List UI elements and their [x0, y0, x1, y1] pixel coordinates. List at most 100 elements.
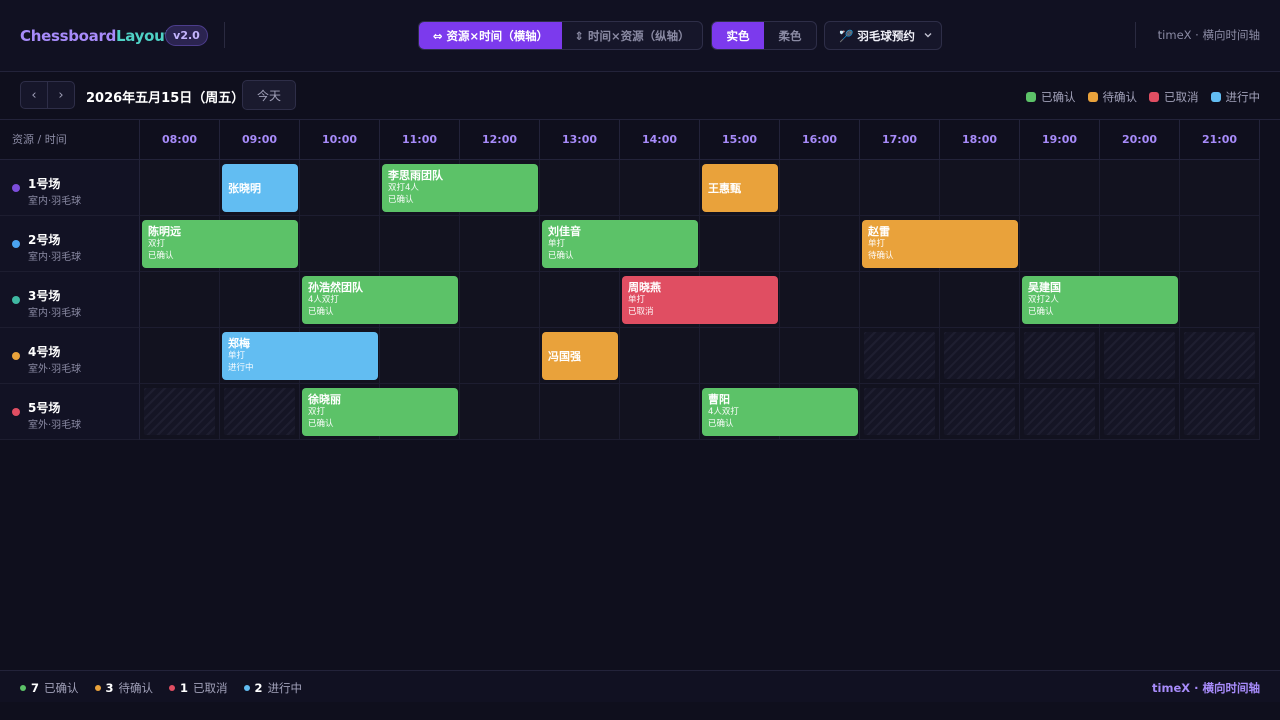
time-slot[interactable] — [780, 328, 860, 384]
time-slot[interactable] — [700, 216, 780, 272]
time-slot[interactable] — [460, 328, 540, 384]
today-button[interactable]: 今天 — [242, 80, 296, 110]
time-slot[interactable] — [860, 160, 940, 216]
time-slot[interactable] — [140, 272, 220, 328]
stat-dot — [169, 685, 176, 691]
time-slot[interactable] — [380, 328, 460, 384]
next-day-button[interactable]: › — [47, 81, 75, 109]
time-slot[interactable] — [380, 216, 460, 272]
booking-block[interactable]: 刘佳音 单打 已确认 — [542, 220, 698, 268]
blocked-slot — [140, 384, 220, 440]
orientation-vertical-button[interactable]: ⇕ 时间×资源（纵轴） — [562, 22, 702, 49]
resource-color-dot — [12, 352, 20, 360]
resource-subtitle: 室外·羽毛球 — [28, 420, 82, 431]
booking-block[interactable]: 李思雨团队 双打4人 已确认 — [382, 164, 538, 212]
resource-name: 5号场 — [28, 401, 61, 415]
soft-color-button[interactable]: 柔色 — [764, 22, 816, 49]
booking-block[interactable]: 徐晓丽 双打 已确认 — [302, 388, 458, 436]
time-slot[interactable] — [1180, 160, 1260, 216]
header-divider — [224, 22, 225, 48]
time-slot[interactable] — [140, 328, 220, 384]
resource-row-header[interactable]: 1号场 室内·羽毛球 — [0, 160, 140, 216]
legend-label: 已取消 — [1164, 90, 1199, 104]
time-header: 12:00 — [460, 120, 540, 160]
resource-row-header[interactable]: 2号场 室内·羽毛球 — [0, 216, 140, 272]
time-header: 10:00 — [300, 120, 380, 160]
booking-block[interactable]: 冯国强 — [542, 332, 618, 380]
time-slot[interactable] — [780, 216, 860, 272]
time-slot[interactable] — [540, 272, 620, 328]
time-slot[interactable] — [540, 384, 620, 440]
booking-block[interactable]: 吴建国 双打2人 已确认 — [1022, 276, 1178, 324]
blocked-slot — [1180, 328, 1260, 384]
time-header: 20:00 — [1100, 120, 1180, 160]
stat-count: 2 — [254, 681, 263, 695]
stat-count: 1 — [180, 681, 189, 695]
legend-swatch-cancelled — [1149, 92, 1159, 102]
time-slot[interactable] — [140, 160, 220, 216]
blocked-slot — [860, 328, 940, 384]
booking-block[interactable]: 王惠甄 — [702, 164, 778, 212]
booking-block[interactable]: 孙浩然团队 4人双打 已确认 — [302, 276, 458, 324]
time-slot[interactable] — [1180, 216, 1260, 272]
booking-name: 孙浩然团队 — [308, 281, 363, 294]
time-header: 11:00 — [380, 120, 460, 160]
time-slot[interactable] — [700, 328, 780, 384]
time-slot[interactable] — [940, 272, 1020, 328]
time-slot[interactable] — [1100, 160, 1180, 216]
footer-mode-label: timeX · 横向时间轴 — [1152, 681, 1260, 695]
brand-logo[interactable]: Chessboard Layout — [20, 24, 172, 48]
time-slot[interactable] — [780, 272, 860, 328]
resource-row-header[interactable]: 4号场 室外·羽毛球 — [0, 328, 140, 384]
time-slot[interactable] — [460, 272, 540, 328]
time-slot[interactable] — [300, 160, 380, 216]
solid-color-button[interactable]: 实色 — [712, 22, 764, 49]
time-slot[interactable] — [460, 216, 540, 272]
booking-block[interactable]: 郑梅 单打 进行中 — [222, 332, 378, 380]
time-slot[interactable] — [620, 328, 700, 384]
time-slot[interactable] — [300, 216, 380, 272]
time-slot[interactable] — [220, 272, 300, 328]
legend-item-cancelled: 已取消 — [1149, 89, 1199, 105]
resource-row-header[interactable]: 5号场室外·羽毛球 — [0, 384, 140, 440]
legend-item-pending: 待确认 — [1087, 89, 1137, 105]
time-slot[interactable] — [620, 384, 700, 440]
blocked-slot — [940, 328, 1020, 384]
time-slot[interactable] — [940, 160, 1020, 216]
resource-row-header[interactable]: 3号场 室内·羽毛球 — [0, 272, 140, 328]
booking-block[interactable]: 张晓明 — [222, 164, 298, 212]
orientation-horizontal-button[interactable]: ⇔ 资源×时间（横轴） — [419, 22, 562, 49]
booking-detail: 双打2人 — [1028, 295, 1059, 305]
time-slot[interactable] — [860, 272, 940, 328]
time-slot[interactable] — [1100, 216, 1180, 272]
time-slot[interactable] — [1020, 160, 1100, 216]
orientation-toggle: ⇔ 资源×时间（横轴） ⇕ 时间×资源（纵轴） — [418, 21, 703, 50]
scenario-select[interactable]: 🏸 羽毛球预约 — [824, 21, 942, 50]
time-header: 14:00 — [620, 120, 700, 160]
time-header: 13:00 — [540, 120, 620, 160]
booking-status: 进行中 — [228, 363, 254, 373]
time-header: 19:00 — [1020, 120, 1100, 160]
booking-block[interactable]: 周晓燕 单打 已取消 — [622, 276, 778, 324]
stat-confirmed: 7 已确认 — [20, 680, 79, 696]
prev-day-button[interactable]: ‹ — [20, 81, 48, 109]
booking-detail: 单打 — [228, 351, 246, 361]
time-slot[interactable] — [620, 160, 700, 216]
time-slot[interactable] — [1180, 272, 1260, 328]
time-slot[interactable] — [460, 384, 540, 440]
blocked-slot — [220, 384, 300, 440]
booking-name: 吴建国 — [1028, 281, 1061, 294]
time-slot[interactable] — [540, 160, 620, 216]
stat-pending: 3 待确认 — [94, 680, 154, 696]
booking-detail: 双打 — [308, 407, 326, 417]
grid-corner-label: 资源 / 时间 — [0, 120, 140, 160]
stat-label: 待确认 — [118, 681, 154, 695]
time-slot[interactable] — [780, 160, 860, 216]
booking-block[interactable]: 陈明远 双打 已确认 — [142, 220, 298, 268]
booking-detail: 单打 — [548, 239, 566, 249]
time-slot[interactable] — [1020, 216, 1100, 272]
booking-block[interactable]: 曹阳 4人双打 已确认 — [702, 388, 858, 436]
resource-name: 2号场 — [28, 233, 61, 247]
resource-name: 4号场 — [28, 345, 61, 359]
booking-block[interactable]: 赵雷 单打 待确认 — [862, 220, 1018, 268]
